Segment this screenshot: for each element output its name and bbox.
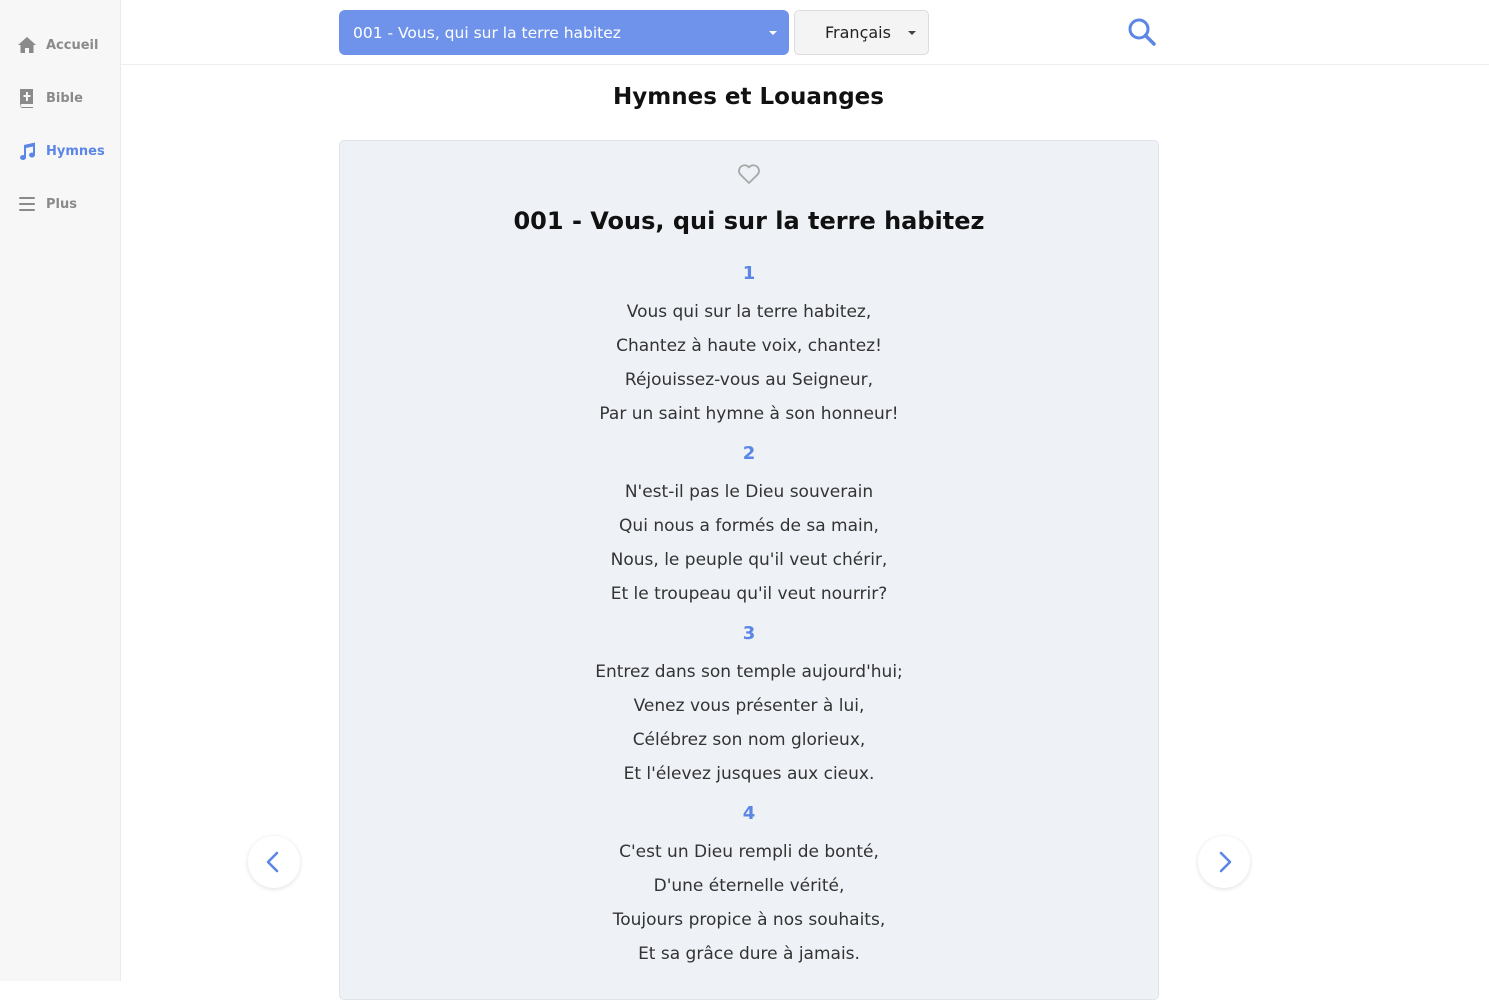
- chevron-down-icon: [769, 31, 777, 35]
- chevron-left-icon: [266, 851, 279, 873]
- verse-line: Réjouissez-vous au Seigneur,: [624, 370, 874, 390]
- hymn-select[interactable]: 001 - Vous, qui sur la terre habitez: [339, 10, 789, 55]
- verse-number: 2: [742, 443, 756, 464]
- verse-number: 1: [742, 263, 756, 284]
- verse-list: 1 Vous qui sur la terre habitez, Chantez…: [340, 261, 1158, 981]
- verse: 4 C'est un Dieu rempli de bonté, D'une é…: [340, 801, 1158, 971]
- next-hymn-button[interactable]: [1198, 836, 1250, 888]
- verse: 1 Vous qui sur la terre habitez, Chantez…: [340, 261, 1158, 431]
- heart-outline-icon[interactable]: [737, 163, 761, 185]
- verse: 2 N'est-il pas le Dieu souverain Qui nou…: [340, 441, 1158, 611]
- sidebar-item-plus[interactable]: Plus: [17, 194, 77, 214]
- sidebar-item-label: Hymnes: [46, 143, 105, 159]
- verse-line: Et le troupeau qu'il veut nourrir?: [610, 584, 888, 604]
- verse-line: Vous qui sur la terre habitez,: [626, 302, 872, 322]
- verse-line: Célébrez son nom glorieux,: [632, 730, 866, 750]
- verse-line: Entrez dans son temple aujourd'hui;: [595, 662, 903, 682]
- chevron-down-icon: [908, 31, 916, 35]
- previous-hymn-button[interactable]: [248, 836, 300, 888]
- sidebar-item-label: Bible: [46, 90, 83, 106]
- verse-line: Chantez à haute voix, chantez!: [616, 336, 882, 356]
- verse-number: 4: [742, 803, 756, 824]
- verse-line: C'est un Dieu rempli de bonté,: [619, 842, 879, 862]
- sidebar-item-bible[interactable]: Bible: [17, 88, 83, 108]
- language-select[interactable]: Français: [794, 10, 929, 55]
- verse-line: Venez vous présenter à lui,: [633, 696, 865, 716]
- verse: 3 Entrez dans son temple aujourd'hui; Ve…: [340, 621, 1158, 791]
- language-select-value: Français: [825, 23, 891, 42]
- verse-line: Et sa grâce dure à jamais.: [638, 944, 860, 964]
- verse-line: Nous, le peuple qu'il veut chérir,: [610, 550, 888, 570]
- sidebar: Accueil Bible Hymnes Plus: [0, 0, 121, 981]
- menu-icon: [19, 197, 35, 211]
- verse-number: 3: [742, 623, 756, 644]
- sidebar-item-label: Accueil: [46, 37, 99, 53]
- sidebar-item-hymnes[interactable]: Hymnes: [17, 141, 105, 161]
- sidebar-item-label: Plus: [46, 196, 77, 212]
- bible-icon: [19, 89, 33, 108]
- verse-line: N'est-il pas le Dieu souverain: [624, 482, 874, 502]
- home-icon: [18, 37, 36, 53]
- verse-line: Par un saint hymne à son honneur!: [599, 404, 899, 424]
- music-note-icon: [20, 142, 36, 161]
- verse-line: Qui nous a formés de sa main,: [619, 516, 879, 536]
- verse-line: Toujours propice à nos souhaits,: [612, 910, 886, 930]
- verse-line: D'une éternelle vérité,: [653, 876, 845, 896]
- hymn-select-value: 001 - Vous, qui sur la terre habitez: [353, 23, 621, 42]
- search-icon[interactable]: [1126, 16, 1158, 48]
- hymn-title: 001 - Vous, qui sur la terre habitez: [513, 207, 985, 235]
- page-title: Hymnes et Louanges: [613, 84, 884, 110]
- sidebar-item-accueil[interactable]: Accueil: [17, 35, 98, 55]
- chevron-right-icon: [1219, 851, 1232, 873]
- verse-line: Et l'élevez jusques aux cieux.: [623, 764, 875, 784]
- hymn-card: 001 - Vous, qui sur la terre habitez 1 V…: [339, 140, 1159, 1000]
